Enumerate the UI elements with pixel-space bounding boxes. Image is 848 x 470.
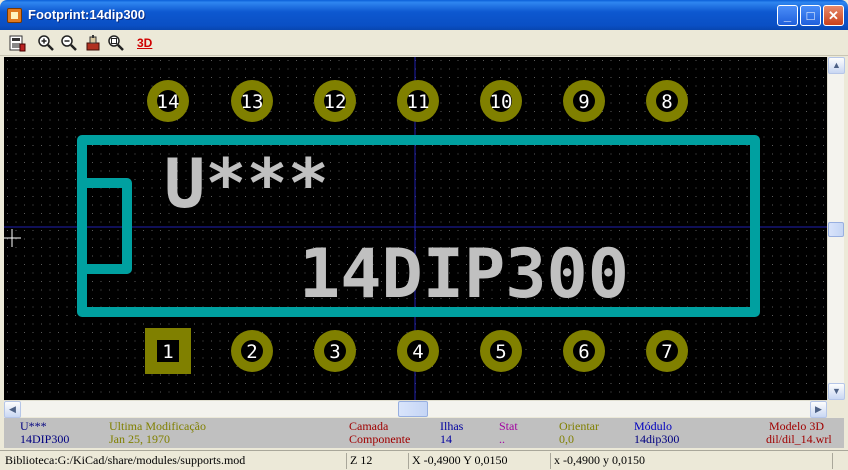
- footprint-drawing: U*** 14DIP300 14 13 12 11 10 9 8 1 2 3 4…: [4, 57, 827, 400]
- footprint-canvas[interactable]: U*** 14DIP300 14 13 12 11 10 9 8 1 2 3 4…: [4, 57, 827, 400]
- maximize-button[interactable]: □: [800, 5, 821, 26]
- pad-label: 3: [329, 341, 340, 363]
- resize-grip[interactable]: [832, 453, 846, 469]
- model-3d-value: dil/dil_14.wrl: [766, 432, 832, 446]
- zoom-out-icon[interactable]: [60, 34, 78, 52]
- pad[interactable]: 5: [480, 330, 522, 372]
- pad[interactable]: 11: [397, 80, 439, 122]
- window-title: Footprint:14dip300: [28, 7, 146, 22]
- library-path: Biblioteca:G:/KiCad/share/modules/suppor…: [5, 453, 246, 467]
- pad-label: 8: [661, 91, 672, 113]
- 3d-view-button[interactable]: 3D: [137, 34, 157, 52]
- scroll-down-button[interactable]: ▼: [828, 383, 845, 400]
- pad-label: 9: [578, 91, 589, 113]
- pad-label: 1: [162, 341, 173, 363]
- scroll-left-button[interactable]: ◀: [4, 401, 21, 418]
- close-button[interactable]: ✕: [823, 5, 844, 26]
- pad[interactable]: 12: [314, 80, 356, 122]
- pad-label: 7: [661, 341, 672, 363]
- pad[interactable]: 4: [397, 330, 439, 372]
- redraw-icon[interactable]: [84, 34, 102, 52]
- module-info-panel: U*** 14DIP300 Ultima Modificação Jan 25,…: [4, 418, 844, 448]
- last-modified-value: Jan 25, 1970: [109, 432, 170, 446]
- scroll-up-button[interactable]: ▲: [828, 57, 845, 74]
- pad-label: 4: [412, 341, 423, 363]
- pad-label: 13: [241, 91, 264, 113]
- minimize-button[interactable]: _: [777, 5, 798, 26]
- vertical-scrollbar[interactable]: ▲ ▼: [827, 57, 845, 400]
- pad-label: 10: [490, 91, 513, 113]
- pad-1-square[interactable]: 1: [145, 328, 191, 374]
- pad[interactable]: 6: [563, 330, 605, 372]
- pad[interactable]: 13: [231, 80, 273, 122]
- relative-coordinates: x -0,4900 y 0,0150: [550, 453, 830, 469]
- stat-value: ..: [499, 432, 505, 446]
- pad-label: 5: [495, 341, 506, 363]
- pad[interactable]: 9: [563, 80, 605, 122]
- app-icon: [7, 8, 22, 23]
- footprint-value[interactable]: 14DIP300: [299, 235, 629, 314]
- pad[interactable]: 2: [231, 330, 273, 372]
- pad[interactable]: 7: [646, 330, 688, 372]
- toolbar: 3D: [0, 30, 848, 56]
- zoom-level: Z 12: [346, 453, 406, 469]
- load-module-icon[interactable]: [8, 34, 26, 52]
- zoom-in-icon[interactable]: [37, 34, 55, 52]
- pad-label: 6: [578, 341, 589, 363]
- horizontal-scroll-thumb[interactable]: [398, 401, 428, 417]
- pad-label: 2: [246, 341, 257, 363]
- reference-value: 14DIP300: [20, 432, 70, 446]
- pad[interactable]: 14: [147, 80, 189, 122]
- footprint-reference[interactable]: U***: [164, 145, 329, 224]
- pads-count-value: 14: [440, 432, 452, 446]
- footprint-window: Footprint:14dip300 _ □ ✕ 3D U*** 14DIP30…: [0, 0, 848, 470]
- pad-label: 12: [324, 91, 347, 113]
- status-bar: Biblioteca:G:/KiCad/share/modules/suppor…: [0, 450, 848, 470]
- pad-label: 14: [157, 91, 180, 113]
- vertical-scroll-thumb[interactable]: [828, 222, 844, 237]
- pad[interactable]: 3: [314, 330, 356, 372]
- module-value: 14dip300: [634, 432, 680, 446]
- title-bar[interactable]: Footprint:14dip300 _ □ ✕: [0, 0, 848, 30]
- pad[interactable]: 8: [646, 80, 688, 122]
- horizontal-scrollbar[interactable]: ◀ ▶: [4, 400, 827, 418]
- absolute-coordinates: X -0,4900 Y 0,0150: [408, 453, 548, 469]
- pad[interactable]: 10: [480, 80, 522, 122]
- pad-label: 11: [407, 91, 430, 113]
- zoom-fit-icon[interactable]: [107, 34, 125, 52]
- scroll-right-button[interactable]: ▶: [810, 401, 827, 418]
- orientation-value: 0,0: [559, 432, 574, 446]
- layer-value: Componente: [349, 432, 411, 446]
